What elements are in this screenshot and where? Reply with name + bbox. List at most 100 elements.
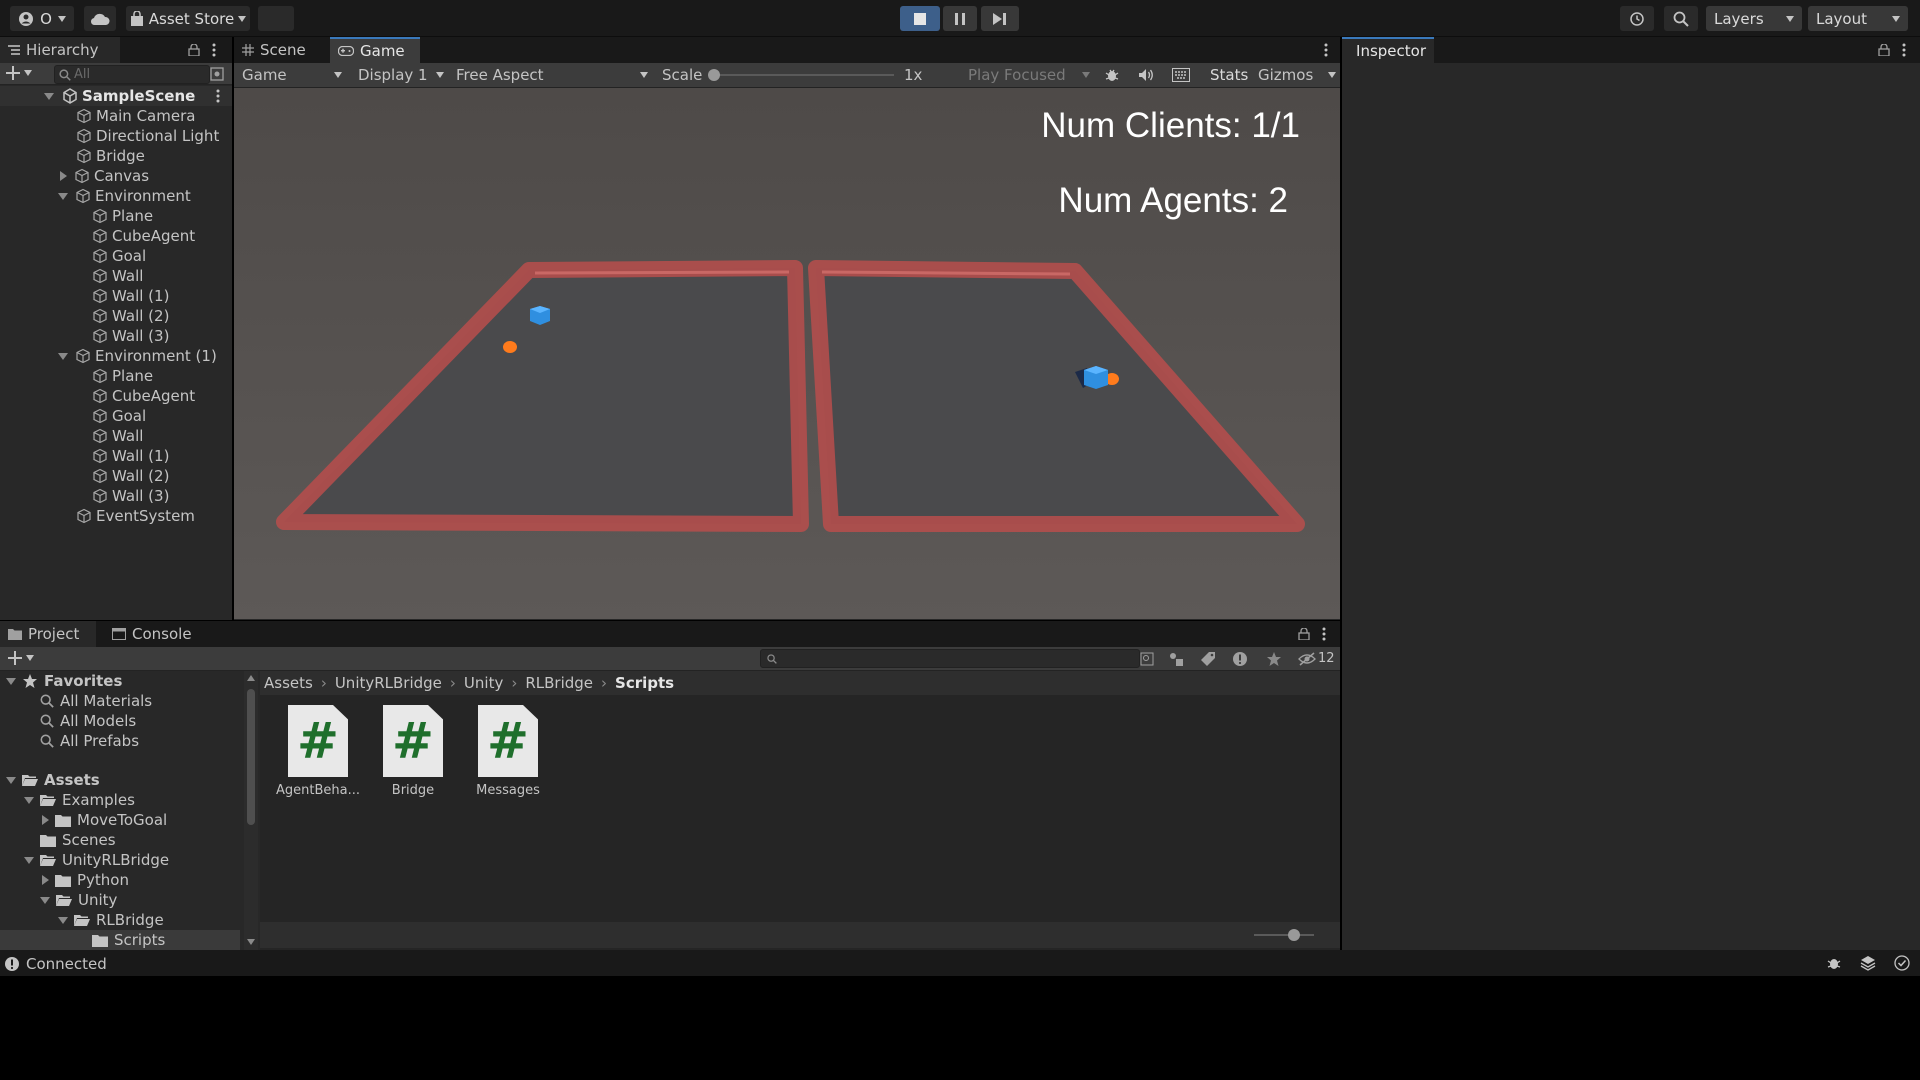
layers-stack-icon[interactable] bbox=[1860, 955, 1876, 971]
folder-item[interactable]: MoveToGoal bbox=[42, 810, 167, 830]
hierarchy-item[interactable]: Environment (1) bbox=[58, 346, 217, 366]
game-mode-dropdown[interactable]: Game bbox=[238, 65, 346, 85]
asset-file[interactable]: # Bridge bbox=[368, 705, 458, 798]
keyboard-icon[interactable] bbox=[1172, 68, 1190, 82]
cloud-button[interactable] bbox=[84, 6, 116, 31]
hierarchy-item[interactable]: Plane bbox=[92, 206, 153, 226]
hierarchy-item[interactable]: Wall (2) bbox=[92, 466, 169, 486]
hierarchy-item[interactable]: CubeAgent bbox=[92, 386, 195, 406]
lock-icon[interactable] bbox=[188, 44, 200, 56]
breadcrumb-item[interactable]: Unity bbox=[464, 674, 503, 692]
hierarchy-item[interactable]: Directional Light bbox=[76, 126, 219, 146]
tab-inspector[interactable]: Inspector bbox=[1342, 37, 1434, 63]
icon-size-slider[interactable] bbox=[1254, 929, 1314, 941]
tab-scene[interactable]: Scene bbox=[234, 37, 328, 63]
folder-item[interactable]: Scenes bbox=[40, 830, 116, 850]
kebab-menu-icon[interactable] bbox=[1322, 627, 1326, 641]
folder-item[interactable]: UnityRLBridge bbox=[24, 850, 169, 870]
display-dropdown[interactable]: Display 1 bbox=[354, 65, 448, 85]
log-type-icon[interactable] bbox=[1232, 651, 1248, 667]
play-focused-dropdown[interactable]: Play Focused bbox=[964, 65, 1094, 85]
favorites-header[interactable]: Favorites bbox=[6, 671, 122, 691]
favorite-item[interactable]: All Prefabs bbox=[40, 731, 139, 751]
breadcrumb-item[interactable]: UnityRLBridge bbox=[335, 674, 442, 692]
hierarchy-item[interactable]: Wall (1) bbox=[92, 286, 169, 306]
expand-arrow-icon[interactable] bbox=[58, 192, 68, 200]
lock-icon[interactable] bbox=[1298, 628, 1310, 640]
hierarchy-item[interactable]: Environment bbox=[58, 186, 191, 206]
hierarchy-item[interactable]: Canvas bbox=[60, 166, 149, 186]
account-dropdown[interactable]: O bbox=[10, 6, 74, 31]
hierarchy-item[interactable]: Goal bbox=[92, 406, 146, 426]
hierarchy-item[interactable]: Wall (2) bbox=[92, 306, 169, 326]
folder-item[interactable]: Python bbox=[42, 870, 129, 890]
asset-file[interactable]: # Messages bbox=[463, 705, 553, 798]
search-button[interactable] bbox=[1664, 6, 1698, 31]
hierarchy-item[interactable]: Wall (3) bbox=[92, 326, 169, 346]
scene-visibility-icon[interactable] bbox=[210, 67, 224, 81]
folder-item[interactable]: RLBridge bbox=[58, 910, 164, 930]
stats-button[interactable]: Stats bbox=[1210, 66, 1248, 84]
label-tag-icon[interactable] bbox=[1200, 651, 1216, 667]
expand-arrow-icon[interactable] bbox=[58, 916, 68, 924]
scale-slider-thumb[interactable] bbox=[708, 69, 720, 81]
search-by-type-icon[interactable] bbox=[1140, 652, 1154, 666]
kebab-menu-icon[interactable] bbox=[212, 43, 216, 57]
favorite-item[interactable]: All Models bbox=[40, 711, 136, 731]
expand-arrow-icon[interactable] bbox=[24, 856, 34, 864]
hierarchy-item[interactable]: CubeAgent bbox=[92, 226, 195, 246]
hierarchy-item[interactable]: Plane bbox=[92, 366, 153, 386]
hierarchy-item[interactable]: Bridge bbox=[76, 146, 145, 166]
tab-hierarchy[interactable]: Hierarchy bbox=[0, 37, 120, 63]
asset-file[interactable]: # AgentBeha... bbox=[273, 705, 363, 798]
asset-store-button[interactable]: Asset Store bbox=[126, 6, 250, 31]
expand-arrow-icon[interactable] bbox=[40, 896, 50, 904]
play-stop-button[interactable] bbox=[900, 6, 940, 31]
expand-arrow-icon[interactable] bbox=[42, 815, 49, 825]
kebab-menu-icon[interactable] bbox=[216, 89, 220, 103]
hierarchy-item[interactable]: Wall (1) bbox=[92, 446, 169, 466]
breadcrumb-item[interactable]: RLBridge bbox=[525, 674, 593, 692]
star-icon[interactable] bbox=[1266, 651, 1282, 667]
scroll-up-icon[interactable] bbox=[247, 675, 255, 681]
layout-dropdown[interactable]: Layout bbox=[1808, 6, 1908, 31]
expand-arrow-icon[interactable] bbox=[44, 92, 54, 100]
expand-arrow-icon[interactable] bbox=[24, 796, 34, 804]
aspect-dropdown[interactable]: Free Aspect bbox=[452, 65, 652, 85]
folder-item[interactable]: Examples bbox=[24, 790, 135, 810]
expand-arrow-icon[interactable] bbox=[6, 677, 16, 685]
expand-arrow-icon[interactable] bbox=[60, 171, 67, 181]
folder-tree-scrollbar[interactable] bbox=[244, 671, 258, 950]
hierarchy-item[interactable]: Wall (3) bbox=[92, 486, 169, 506]
expand-arrow-icon[interactable] bbox=[42, 875, 49, 885]
expand-arrow-icon[interactable] bbox=[58, 352, 68, 360]
tab-game[interactable]: Game bbox=[330, 37, 420, 63]
hierarchy-item[interactable]: Wall bbox=[92, 426, 143, 446]
hierarchy-item[interactable]: Main Camera bbox=[76, 106, 195, 126]
step-button[interactable] bbox=[981, 6, 1019, 31]
breadcrumb-item[interactable]: Assets bbox=[264, 674, 313, 692]
game-viewport[interactable]: Num Clients: 1/1 Num Agents: 2 bbox=[234, 88, 1340, 619]
layers-dropdown[interactable]: Layers bbox=[1706, 6, 1802, 31]
hierarchy-item[interactable]: EventSystem bbox=[76, 506, 195, 526]
create-asset-button[interactable] bbox=[8, 651, 34, 665]
history-button[interactable] bbox=[1620, 6, 1654, 31]
icon-size-slider-thumb[interactable] bbox=[1288, 929, 1300, 941]
hidden-packages-toggle[interactable]: 12 bbox=[1298, 651, 1335, 666]
scroll-down-icon[interactable] bbox=[247, 939, 255, 945]
scene-row[interactable]: SampleScene bbox=[0, 86, 232, 106]
kebab-menu-icon[interactable] bbox=[1324, 43, 1328, 57]
pause-button[interactable] bbox=[943, 6, 977, 31]
project-search-field[interactable] bbox=[760, 649, 1140, 668]
bug-icon[interactable] bbox=[1826, 955, 1842, 971]
assets-header[interactable]: Assets bbox=[6, 770, 100, 790]
audio-icon[interactable] bbox=[1138, 68, 1154, 82]
gizmos-dropdown[interactable]: Gizmos bbox=[1258, 65, 1336, 85]
scale-slider[interactable] bbox=[708, 69, 894, 81]
folder-item[interactable]: Unity bbox=[40, 890, 117, 910]
check-circle-icon[interactable] bbox=[1894, 955, 1910, 971]
kebab-menu-icon[interactable] bbox=[1902, 43, 1906, 57]
hierarchy-search-field[interactable]: All bbox=[54, 65, 210, 84]
scrollbar-thumb[interactable] bbox=[247, 689, 255, 825]
bug-icon[interactable] bbox=[1104, 67, 1120, 83]
